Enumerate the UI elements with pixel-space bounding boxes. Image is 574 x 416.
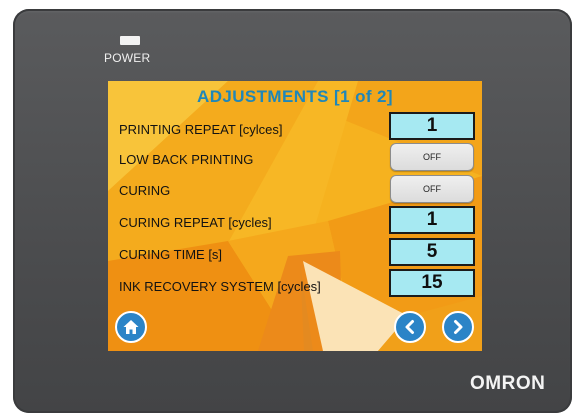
curing-label: CURING bbox=[119, 183, 171, 198]
curing-repeat-label: CURING REPEAT [cycles] bbox=[119, 215, 272, 230]
next-page-button[interactable] bbox=[442, 311, 474, 343]
printing-repeat-value[interactable]: 1 bbox=[389, 112, 475, 140]
curing-repeat-value[interactable]: 1 bbox=[389, 206, 475, 234]
low-back-printing-label: LOW BACK PRINTING bbox=[119, 152, 254, 167]
ink-recovery-system-label: INK RECOVERY SYSTEM [cycles] bbox=[119, 279, 321, 294]
curing-time-value[interactable]: 5 bbox=[389, 238, 475, 266]
home-button[interactable] bbox=[115, 311, 147, 343]
curing-time-label: CURING TIME [s] bbox=[119, 247, 223, 262]
previous-page-button[interactable] bbox=[394, 311, 426, 343]
curing-toggle[interactable]: OFF bbox=[390, 175, 474, 203]
power-label: POWER bbox=[104, 51, 151, 65]
chevron-right-icon bbox=[454, 320, 463, 334]
ink-recovery-system-value[interactable]: 15 bbox=[389, 269, 475, 297]
home-icon bbox=[123, 320, 139, 334]
page-title: ADJUSTMENTS [1 of 2] bbox=[197, 87, 393, 106]
brand-logo: OMRON bbox=[470, 373, 546, 394]
low-back-printing-toggle[interactable]: OFF bbox=[390, 143, 474, 171]
printing-repeat-label: PRINTING REPEAT [cylces] bbox=[119, 122, 283, 137]
power-indicator-led bbox=[120, 36, 140, 45]
touch-screen: ADJUSTMENTS [1 of 2] PRINTING REPEAT [cy… bbox=[108, 81, 482, 351]
chevron-left-icon bbox=[405, 320, 414, 334]
